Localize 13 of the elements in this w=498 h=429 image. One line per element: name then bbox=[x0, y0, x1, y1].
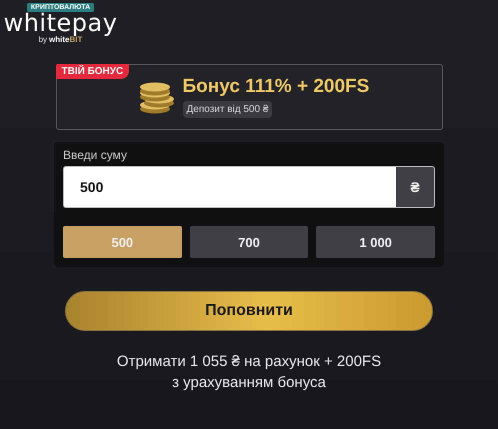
deposit-note: Депозит від 500 ₴ bbox=[182, 101, 272, 118]
summary-text: Отримати 1 055 ₴ на рахунок + 200FS bbox=[116, 353, 382, 370]
amount-label: Введи суму bbox=[63, 148, 128, 162]
brand-accent: BIT bbox=[70, 35, 82, 44]
by-label: by bbox=[38, 35, 48, 44]
preset-button[interactable]: 1 000 bbox=[316, 226, 435, 258]
bonus-title: Бонус 111% + 200FS bbox=[182, 76, 370, 98]
preset-button[interactable]: 700 bbox=[190, 226, 308, 258]
brand-name: white bbox=[49, 35, 70, 44]
summary-text: з урахуванням бонуса bbox=[172, 374, 326, 391]
top-up-button[interactable]: Поповнити bbox=[65, 291, 433, 331]
bonus-tag: ТВІЙ БОНУС bbox=[56, 64, 130, 79]
logo-wordmark: whitepay bbox=[4, 12, 118, 34]
